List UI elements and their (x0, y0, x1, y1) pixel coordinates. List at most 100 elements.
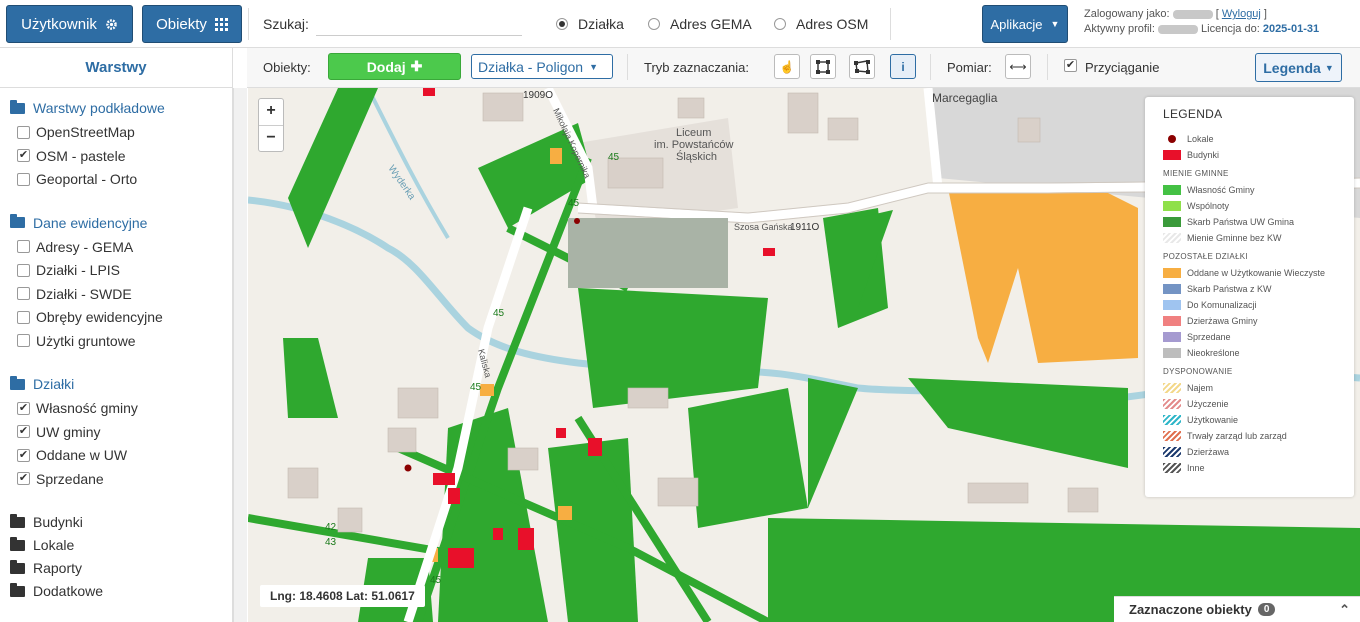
selected-objects-panel[interactable]: Zaznaczone obiekty 0 ⌃ (1114, 596, 1360, 622)
legend-swatch (1163, 185, 1181, 195)
layer-checkbox[interactable] (17, 287, 30, 300)
selection-mode-label: Tryb zaznaczania: (644, 60, 750, 75)
layer-item[interactable]: ✔ Sprzedane (17, 471, 104, 487)
town-label: Marcegaglia (932, 91, 998, 105)
legend-row: Do Komunalizacji (1163, 297, 1354, 313)
legend-button[interactable]: Legenda ▼ (1255, 53, 1342, 82)
radio-dot (648, 18, 660, 30)
layer-checkbox[interactable] (17, 263, 30, 277)
layer-item[interactable]: Działki - SWDE (17, 286, 132, 302)
route-label-7: 45 (430, 575, 442, 586)
user-button[interactable]: Użytkownik (6, 5, 133, 43)
route-label-6: 43 (325, 537, 337, 548)
layer-group[interactable]: Dane ewidencyjne (10, 214, 147, 231)
folder-item[interactable]: Dodatkowe (10, 582, 103, 599)
snap-label: Przyciąganie (1085, 60, 1160, 75)
username-redacted (1172, 9, 1213, 19)
radio-adres-osm[interactable]: Adres OSM (774, 16, 868, 32)
divider (248, 8, 249, 40)
license-date: 2025-01-31 (1262, 23, 1320, 35)
measure-label: Pomiar: (947, 60, 992, 75)
caret-down-icon: ▼ (589, 61, 598, 72)
legend-swatch (1163, 415, 1181, 425)
layer-checkbox[interactable]: ✔ (17, 425, 30, 438)
layer-item[interactable]: ✔ OSM - pastele (17, 148, 125, 164)
layer-item[interactable]: ✔ Własność gminy (17, 400, 138, 416)
layer-checkbox[interactable]: ✔ (17, 448, 30, 462)
coordinates-readout: Lng: 18.4608 Lat: 51.0617 (260, 585, 425, 607)
plus-icon: ✚ (410, 58, 423, 74)
layer-item[interactable]: Obręby ewidencyjne (17, 309, 163, 325)
apps-button[interactable]: Aplikacje ▼ (982, 5, 1068, 43)
layer-checkbox[interactable] (17, 310, 30, 324)
add-button[interactable]: Dodaj ✚ (328, 53, 461, 80)
layer-item[interactable]: OpenStreetMap (17, 124, 135, 140)
layer-checkbox[interactable]: ✔ (17, 472, 30, 485)
layer-checkbox[interactable] (17, 172, 30, 186)
zoom-in-button[interactable]: + (259, 99, 283, 125)
divider (1047, 54, 1048, 80)
legend-row: Lokale (1163, 131, 1354, 147)
layer-checkbox[interactable] (17, 125, 30, 139)
layer-item[interactable]: ✔ Oddane w UW (17, 447, 127, 463)
legend-swatch (1163, 201, 1181, 211)
legend-swatch (1163, 217, 1181, 227)
stream (366, 88, 450, 240)
radio-dot (556, 18, 568, 30)
objects-button[interactable]: Obiekty (142, 5, 242, 43)
snap-checkbox[interactable]: ✔ (1064, 59, 1077, 72)
layer-item[interactable]: Działki - LPIS (17, 262, 120, 278)
info-icon[interactable]: i (890, 54, 916, 79)
select-box-icon[interactable] (810, 54, 836, 79)
legend-swatch (1163, 447, 1181, 457)
zoom-out-button[interactable]: − (259, 125, 283, 151)
radio-dot (774, 18, 786, 30)
folder-item[interactable]: Raporty (10, 559, 82, 576)
folder-item[interactable]: Budynki (10, 513, 83, 530)
layer-item[interactable]: Geoportal - Orto (17, 171, 137, 187)
map-view[interactable]: Liceum im. Powstańców Śląskich Marcegagl… (248, 88, 1360, 622)
sidebar-scrollbar[interactable] (233, 88, 247, 622)
layer-item[interactable]: Adresy - GEMA (17, 239, 133, 255)
radio-dzialka[interactable]: Działka (556, 16, 624, 32)
hand-pointer-icon[interactable]: ☝ (774, 54, 800, 79)
chevron-up-icon[interactable]: ⌃ (1339, 602, 1350, 618)
legend-swatch (1168, 135, 1176, 143)
layer-checkbox[interactable]: ✔ (17, 401, 30, 415)
measure-arrow-icon[interactable]: ⟷ (1005, 54, 1031, 79)
legend-row: Trwały zarząd lub zarząd (1163, 428, 1354, 444)
route-label-3: 45 (493, 308, 505, 319)
layer-checkbox[interactable]: ✔ (17, 149, 30, 162)
route-label-2: 45 (568, 198, 580, 209)
legend-swatch (1163, 284, 1181, 294)
legend-row: Skarb Państwa UW Gmina (1163, 214, 1354, 230)
folder-open-icon (10, 375, 25, 390)
layer-group[interactable]: Działki (10, 375, 74, 392)
radio-adres-gema[interactable]: Adres GEMA (648, 16, 752, 32)
school-label-2: im. Powstańców (654, 139, 734, 151)
legend-row: Dzierżawa Gminy (1163, 313, 1354, 329)
layer-group[interactable]: Warstwy podkładowe (10, 99, 165, 116)
legend-row: Sprzedane (1163, 329, 1354, 345)
route-label-1: 45 (608, 152, 620, 163)
layer-item[interactable]: ✔ UW gminy (17, 424, 101, 440)
logout-link[interactable]: Wyloguj (1222, 8, 1261, 20)
select-polygon-icon[interactable] (849, 54, 875, 79)
divider (930, 54, 931, 80)
folder-icon (10, 559, 25, 574)
folder-icon (10, 536, 25, 551)
grid-icon (214, 17, 228, 31)
layer-checkbox[interactable] (17, 240, 30, 253)
folder-icon (10, 513, 25, 528)
folder-item[interactable]: Lokale (10, 536, 74, 553)
layer-select[interactable]: Działka - Poligon ▼ (471, 54, 613, 79)
chevron-down-icon: ▼ (1324, 62, 1334, 73)
layer-item[interactable]: Użytki gruntowe (17, 333, 136, 349)
road-label-1911: 1911O (790, 222, 820, 233)
legend-section-title: Dysponowanie (1163, 367, 1233, 376)
legend-panel: LEGENDA Lokale Budynki Mienie Gminne Własno… (1145, 97, 1354, 497)
layer-checkbox[interactable] (17, 334, 30, 347)
legend-title: LEGENDA (1163, 107, 1223, 121)
search-input[interactable] (316, 12, 522, 36)
route-label-4: 45 (470, 382, 482, 393)
